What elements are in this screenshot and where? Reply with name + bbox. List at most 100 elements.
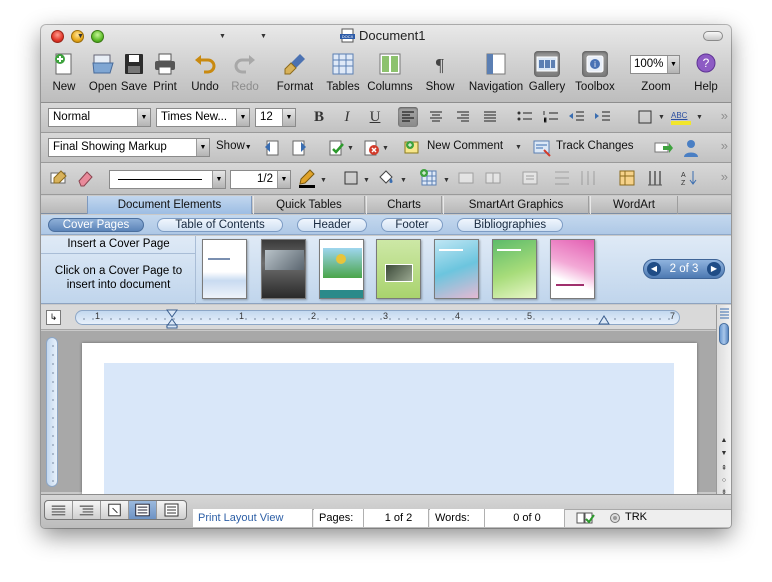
sort-icon[interactable]: AZ: [679, 168, 699, 188]
cover-page-thumbnail-5[interactable]: [434, 239, 479, 299]
track-changes-button[interactable]: Track Changes: [556, 140, 634, 152]
tab-document-elements[interactable]: Document Elements: [87, 196, 252, 214]
subtab-header[interactable]: Header: [297, 218, 367, 232]
highlight-button[interactable]: ABC: [671, 109, 691, 127]
publishing-layout-view-icon[interactable]: [101, 501, 129, 519]
columns-button[interactable]: Columns: [365, 51, 415, 97]
tab-stop-selector[interactable]: ↳: [46, 310, 61, 325]
shading-dropdown-arrow[interactable]: ▼: [400, 177, 407, 184]
scroll-thumb[interactable]: [719, 323, 729, 345]
trk-indicator[interactable]: TRK: [625, 511, 647, 523]
cover-page-thumbnail-4[interactable]: [376, 239, 421, 299]
browse-object-icon[interactable]: ○: [718, 475, 730, 487]
toolbox-button[interactable]: i Toolbox: [572, 51, 618, 97]
accept-change-icon[interactable]: [326, 138, 346, 158]
markup-view-dropdown-arrow[interactable]: ▼: [196, 139, 209, 156]
line-weight-combo[interactable]: 1/2 ▼: [230, 170, 291, 189]
reject-change-icon[interactable]: [361, 138, 381, 158]
split-view-icon[interactable]: [718, 307, 731, 321]
toolbar-toggle-button[interactable]: [703, 31, 723, 41]
merge-cells-icon[interactable]: [456, 168, 476, 188]
text-direction-icon[interactable]: [645, 168, 665, 188]
gallery-button[interactable]: Gallery: [528, 51, 566, 97]
vertical-ruler[interactable]: [46, 337, 58, 487]
shading-bucket-icon[interactable]: [376, 168, 396, 188]
table-borders-icon[interactable]: [341, 168, 361, 188]
subtab-table-of-contents[interactable]: Table of Contents: [157, 218, 283, 232]
borders-dropdown-arrow[interactable]: ▼: [658, 114, 665, 121]
scroll-down-arrow-icon[interactable]: ▼: [718, 448, 730, 460]
markup-view-combo[interactable]: Final Showing Markup ▼: [48, 138, 210, 157]
line-weight-dropdown-arrow[interactable]: ▼: [277, 171, 290, 188]
format-button[interactable]: Format: [275, 51, 315, 97]
vertical-scrollbar[interactable]: ▲ ▼ ⇞ ○ ⇟: [716, 305, 731, 496]
overflow-chevron-icon[interactable]: »: [721, 108, 728, 123]
align-left-icon[interactable]: [398, 107, 418, 127]
underline-button[interactable]: U: [365, 107, 385, 127]
accept-dropdown-arrow[interactable]: ▼: [347, 145, 354, 152]
cover-page-thumbnail-6[interactable]: [492, 239, 537, 299]
cover-page-thumbnail-7[interactable]: [550, 239, 595, 299]
font-combo[interactable]: Times New... ▼: [156, 108, 250, 127]
reviewer-person-icon[interactable]: [681, 138, 701, 158]
split-cells-icon[interactable]: [483, 168, 503, 188]
cover-page-thumbnail-3[interactable]: [319, 239, 364, 299]
gallery-previous-button[interactable]: ◀: [647, 262, 661, 276]
new-comment-icon[interactable]: [403, 138, 423, 158]
undo-dropdown-arrow[interactable]: ▼: [219, 33, 226, 40]
right-indent-marker-icon[interactable]: [598, 312, 610, 325]
tab-quick-tables[interactable]: Quick Tables: [253, 196, 365, 214]
line-style-combo[interactable]: ▼: [109, 170, 226, 189]
bold-button[interactable]: B: [309, 107, 329, 127]
table-borders-dropdown-arrow[interactable]: ▼: [363, 177, 370, 184]
decrease-indent-icon[interactable]: [567, 107, 587, 127]
track-changes-icon[interactable]: [532, 138, 552, 158]
borders-icon[interactable]: [635, 107, 655, 127]
tables-button[interactable]: Tables: [325, 51, 361, 97]
previous-change-icon[interactable]: [262, 138, 282, 158]
left-indent-marker-icon[interactable]: [166, 309, 178, 329]
style-dropdown-arrow[interactable]: ▼: [137, 109, 150, 126]
help-button[interactable]: ? Help: [691, 51, 721, 97]
tab-wordart[interactable]: WordArt: [590, 196, 678, 214]
horizontal-ruler[interactable]: 1 1 2 3 4 5 7: [75, 309, 680, 329]
reviewing-overflow-chevron-icon[interactable]: »: [721, 138, 728, 153]
spelling-check-icon[interactable]: [575, 510, 595, 526]
highlight-dropdown-arrow[interactable]: ▼: [696, 114, 703, 121]
tab-smartart-graphics[interactable]: SmartArt Graphics: [443, 196, 589, 214]
line-color-icon[interactable]: [297, 168, 317, 188]
show-markup-menu[interactable]: Show▼: [216, 140, 252, 152]
notebook-layout-view-icon[interactable]: [157, 501, 185, 519]
page-text-area[interactable]: [104, 363, 674, 503]
eraser-icon[interactable]: [75, 168, 95, 188]
insert-table-icon[interactable]: [419, 168, 439, 188]
align-center-icon[interactable]: [426, 107, 446, 127]
insert-table-dropdown-arrow[interactable]: ▼: [443, 177, 450, 184]
cover-page-thumbnail-2[interactable]: [261, 239, 306, 299]
distribute-columns-icon[interactable]: [578, 168, 598, 188]
bulleted-list-icon[interactable]: [515, 107, 535, 127]
gallery-next-button[interactable]: ▶: [707, 262, 721, 276]
send-review-icon[interactable]: [653, 138, 673, 158]
undo-button[interactable]: Undo: [189, 51, 221, 97]
new-comment-dropdown-arrow[interactable]: ▼: [515, 144, 522, 151]
subtab-footer[interactable]: Footer: [381, 218, 443, 232]
draw-table-icon[interactable]: [49, 168, 69, 188]
align-cell-icon[interactable]: [520, 168, 540, 188]
open-button[interactable]: Open: [88, 51, 118, 97]
close-window-button[interactable]: [51, 30, 64, 43]
tables-overflow-chevron-icon[interactable]: »: [721, 169, 728, 184]
tab-charts[interactable]: Charts: [366, 196, 442, 214]
show-button[interactable]: ¶ Show: [424, 51, 456, 97]
subtab-bibliographies[interactable]: Bibliographies: [457, 218, 563, 232]
redo-button[interactable]: Redo: [229, 51, 261, 97]
italic-button[interactable]: I: [337, 107, 357, 127]
outline-view-icon[interactable]: [73, 501, 101, 519]
style-combo[interactable]: Normal ▼: [48, 108, 151, 127]
navigation-button[interactable]: Navigation: [465, 51, 527, 97]
font-dropdown-arrow[interactable]: ▼: [236, 109, 249, 126]
scroll-up-arrow-icon[interactable]: ▲: [718, 435, 730, 447]
save-button[interactable]: Save: [120, 51, 148, 97]
new-dropdown-arrow[interactable]: ▼: [77, 33, 84, 40]
line-style-dropdown-arrow[interactable]: ▼: [212, 171, 225, 188]
